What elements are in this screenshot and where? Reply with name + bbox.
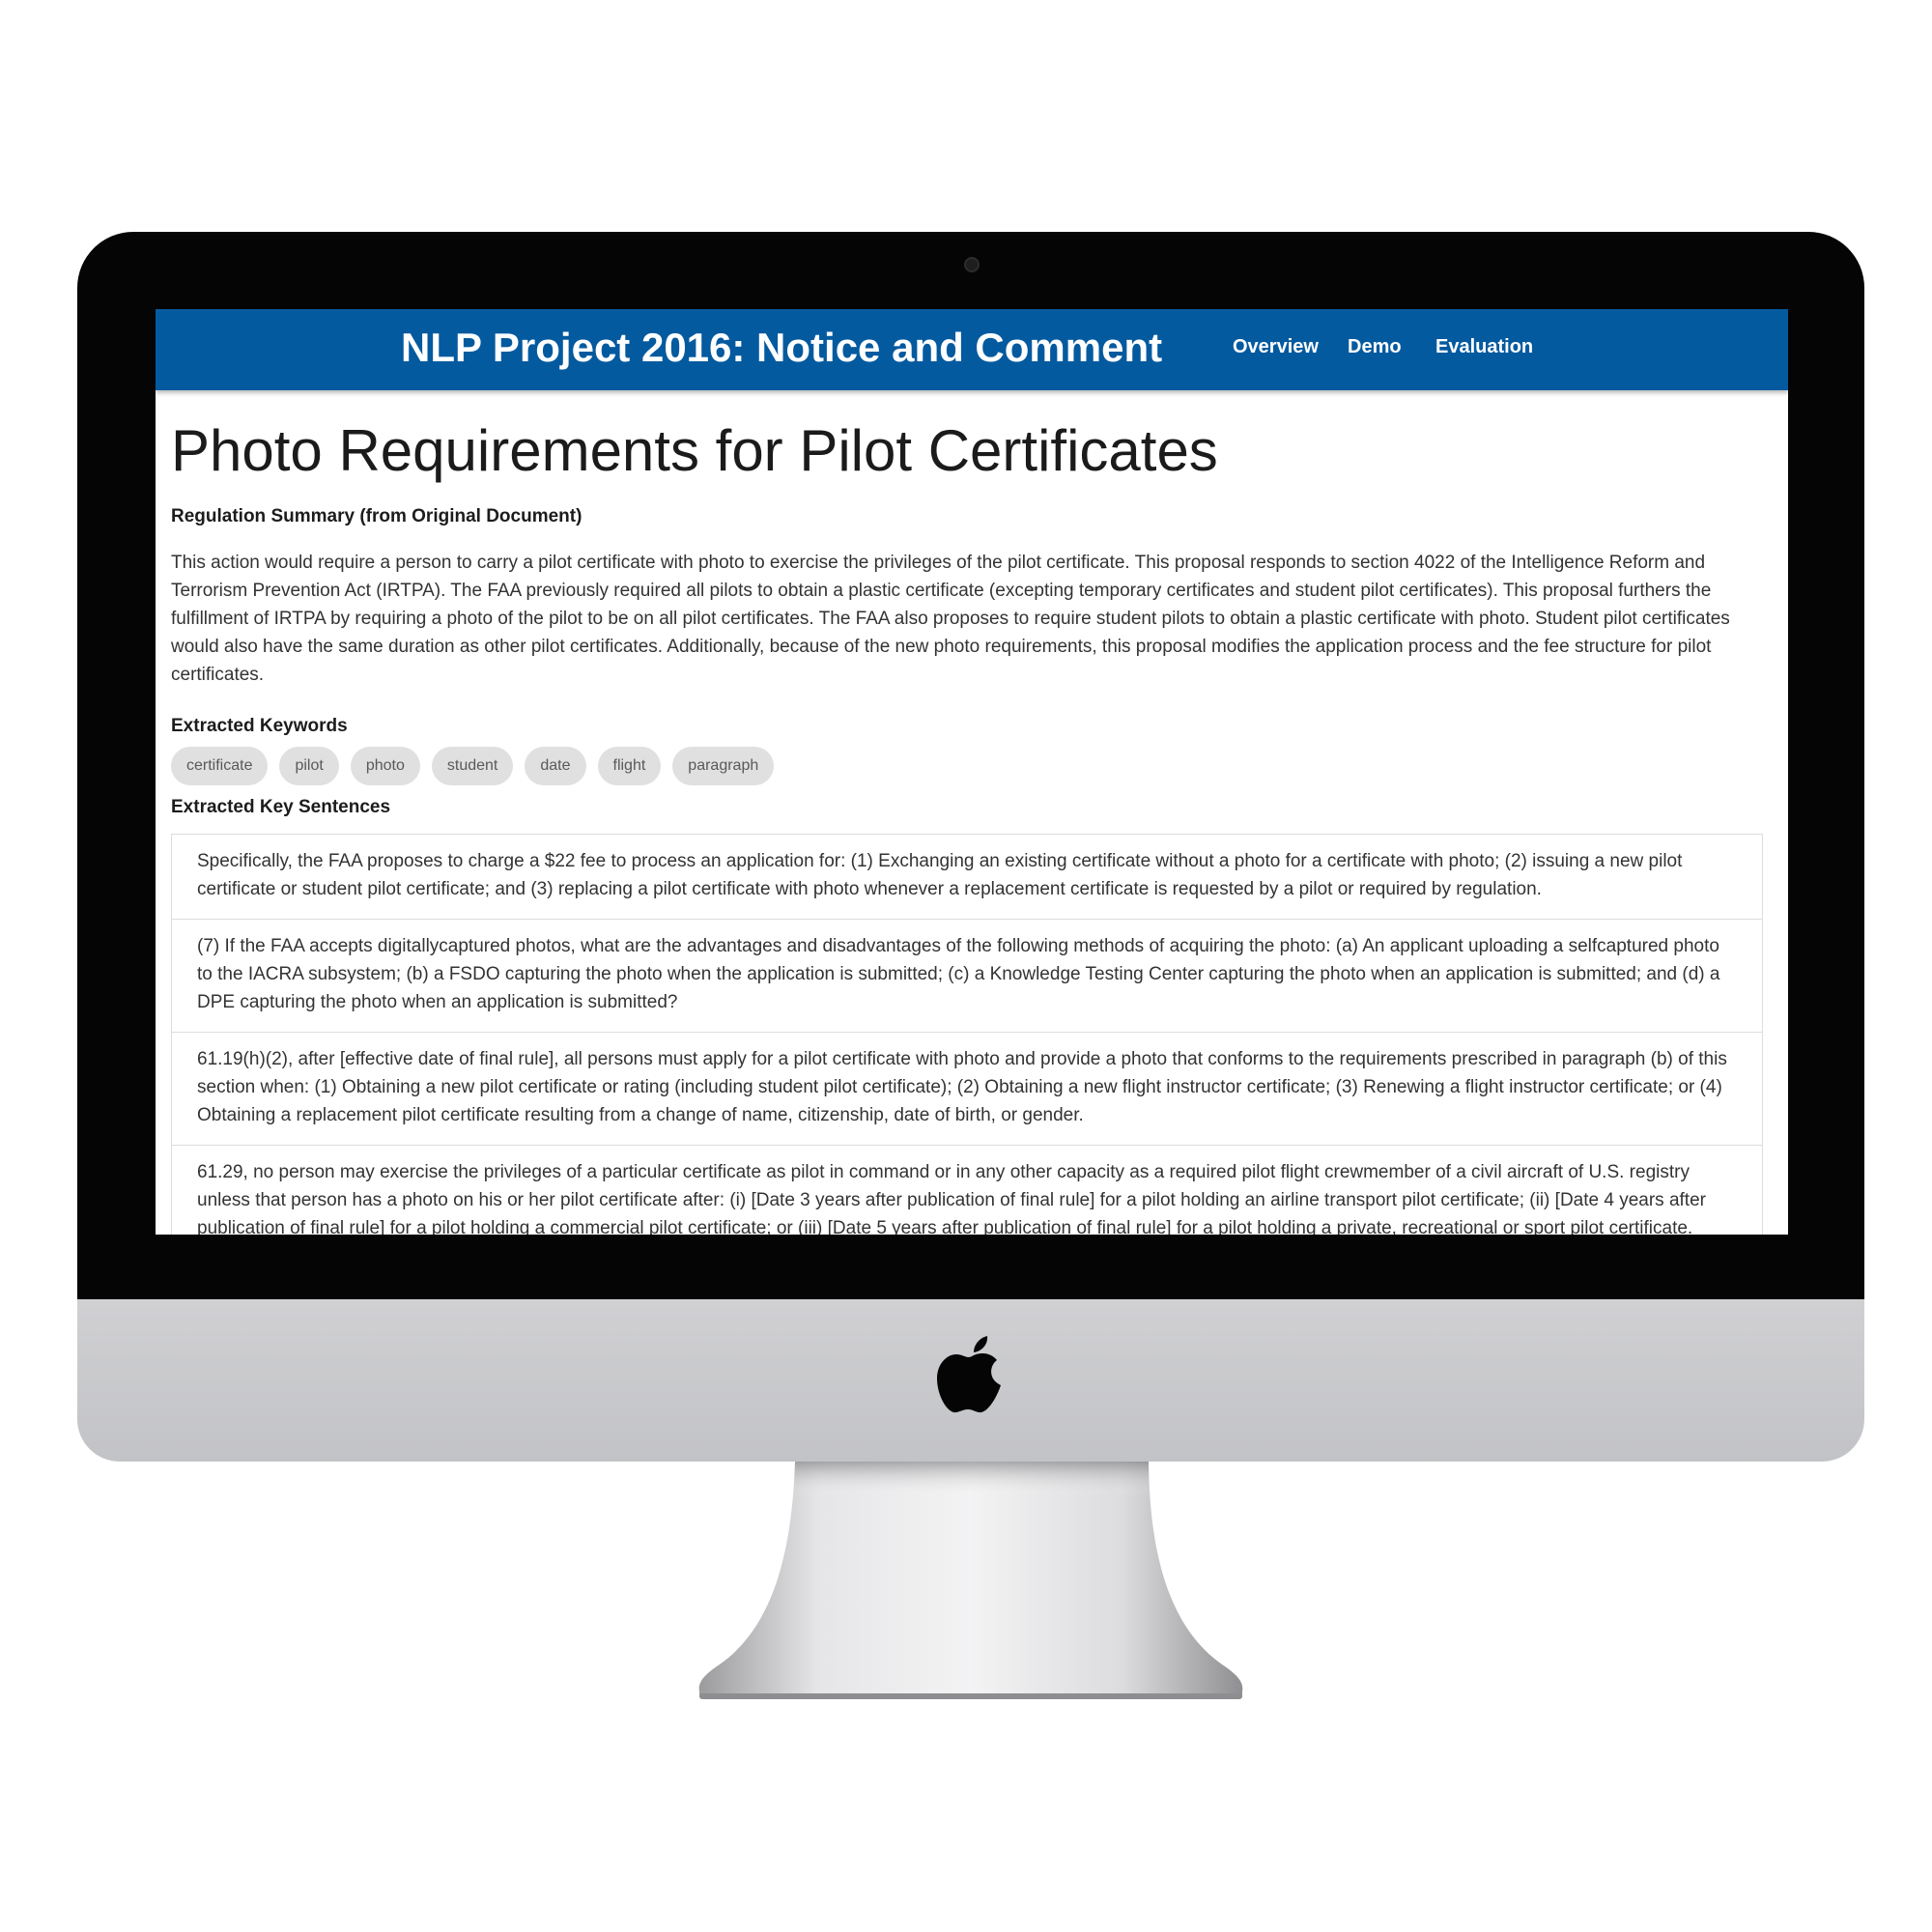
monitor-stand (698, 1462, 1243, 1699)
key-sentence-item: 61.29, no person may exercise the privil… (172, 1145, 1762, 1235)
nav-link-evaluation[interactable]: Evaluation (1435, 336, 1533, 358)
summary-label: Regulation Summary (from Original Docume… (171, 506, 582, 526)
keywords-label: Extracted Keywords (171, 716, 348, 736)
apple-logo-icon (937, 1336, 1001, 1413)
nav-link-demo[interactable]: Demo (1348, 336, 1402, 358)
keyword-chip-list: certificate pilot photo student date fli… (171, 747, 1775, 785)
navbar: NLP Project 2016: Notice and Comment Ove… (156, 309, 1788, 390)
summary-text: This action would require a person to ca… (171, 553, 1730, 685)
nav-link-overview[interactable]: Overview (1233, 336, 1319, 358)
key-sentence-list: Specifically, the FAA proposes to charge… (171, 834, 1763, 1235)
keyword-chip[interactable]: pilot (279, 747, 339, 785)
key-sentence-item: 61.19(h)(2), after [effective date of fi… (172, 1032, 1762, 1145)
camera-icon (964, 257, 980, 272)
keyword-chip[interactable]: certificate (171, 747, 269, 785)
keyword-chip[interactable]: flight (597, 747, 662, 785)
keyword-chip[interactable]: photo (350, 747, 420, 785)
main-content: Photo Requirements for Pilot Certificate… (171, 390, 1775, 1235)
keyword-chip[interactable]: paragraph (672, 747, 775, 785)
key-sentences-label: Extracted Key Sentences (171, 797, 391, 817)
keyword-chip[interactable]: date (525, 747, 586, 785)
page-title: Photo Requirements for Pilot Certificate… (171, 418, 1218, 483)
key-sentence-item: (7) If the FAA accepts digitallycaptured… (172, 919, 1762, 1032)
site-title[interactable]: NLP Project 2016: Notice and Comment (401, 325, 1162, 371)
keyword-chip[interactable]: student (431, 747, 514, 785)
key-sentence-item: Specifically, the FAA proposes to charge… (197, 851, 1683, 899)
screen: NLP Project 2016: Notice and Comment Ove… (156, 309, 1788, 1235)
